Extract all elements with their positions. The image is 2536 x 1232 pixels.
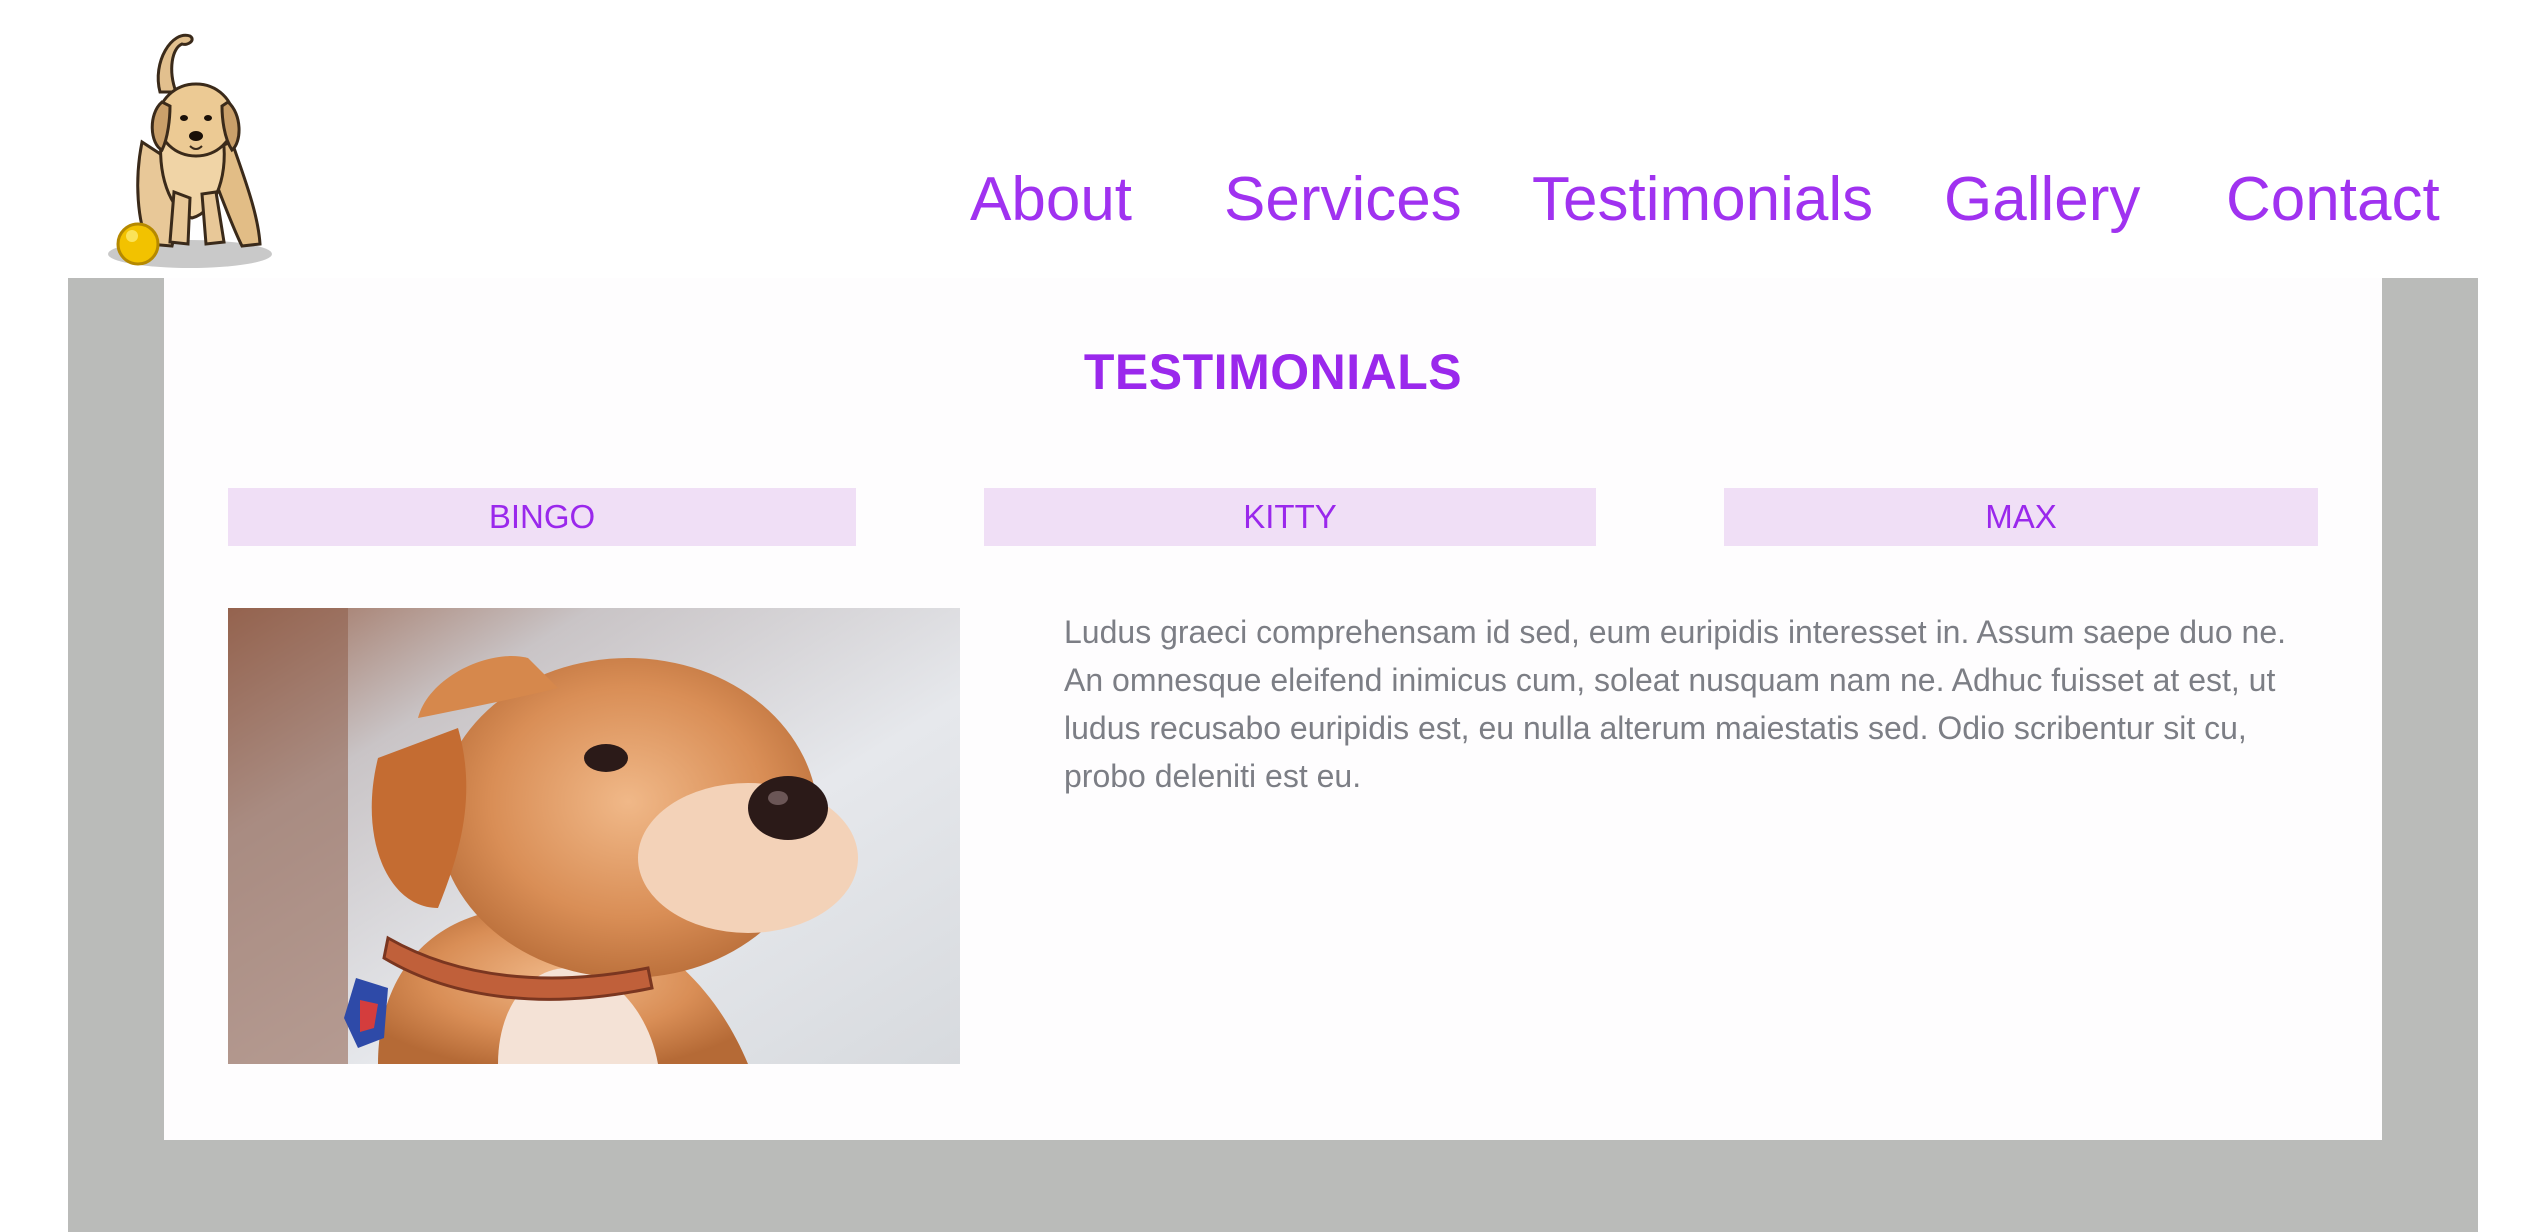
section-title: TESTIMONIALS xyxy=(1083,344,1463,400)
tab-kitty[interactable]: KITTY xyxy=(984,488,1596,546)
puppy-photo xyxy=(228,608,960,1064)
testimonials-panel: TESTIMONIALS BINGO KITTY MAX Ludus graec… xyxy=(164,278,2382,1140)
testimonials-frame: TESTIMONIALS BINGO KITTY MAX Ludus graec… xyxy=(68,278,2478,1232)
testimonial-text: Ludus graeci comprehensam id sed, eum eu… xyxy=(1064,614,2287,794)
main-nav: About Services Testimonials Gallery Cont… xyxy=(0,160,2536,240)
nav-link-contact[interactable]: Contact xyxy=(2226,160,2440,240)
nav-link-about[interactable]: About xyxy=(970,160,1132,240)
tab-bingo[interactable]: BINGO xyxy=(228,488,856,546)
nav-link-gallery[interactable]: Gallery xyxy=(1944,160,2140,240)
nav-link-testimonials[interactable]: Testimonials xyxy=(1532,160,1873,240)
tab-max[interactable]: MAX xyxy=(1724,488,2318,546)
nav-link-services[interactable]: Services xyxy=(1224,160,1462,240)
